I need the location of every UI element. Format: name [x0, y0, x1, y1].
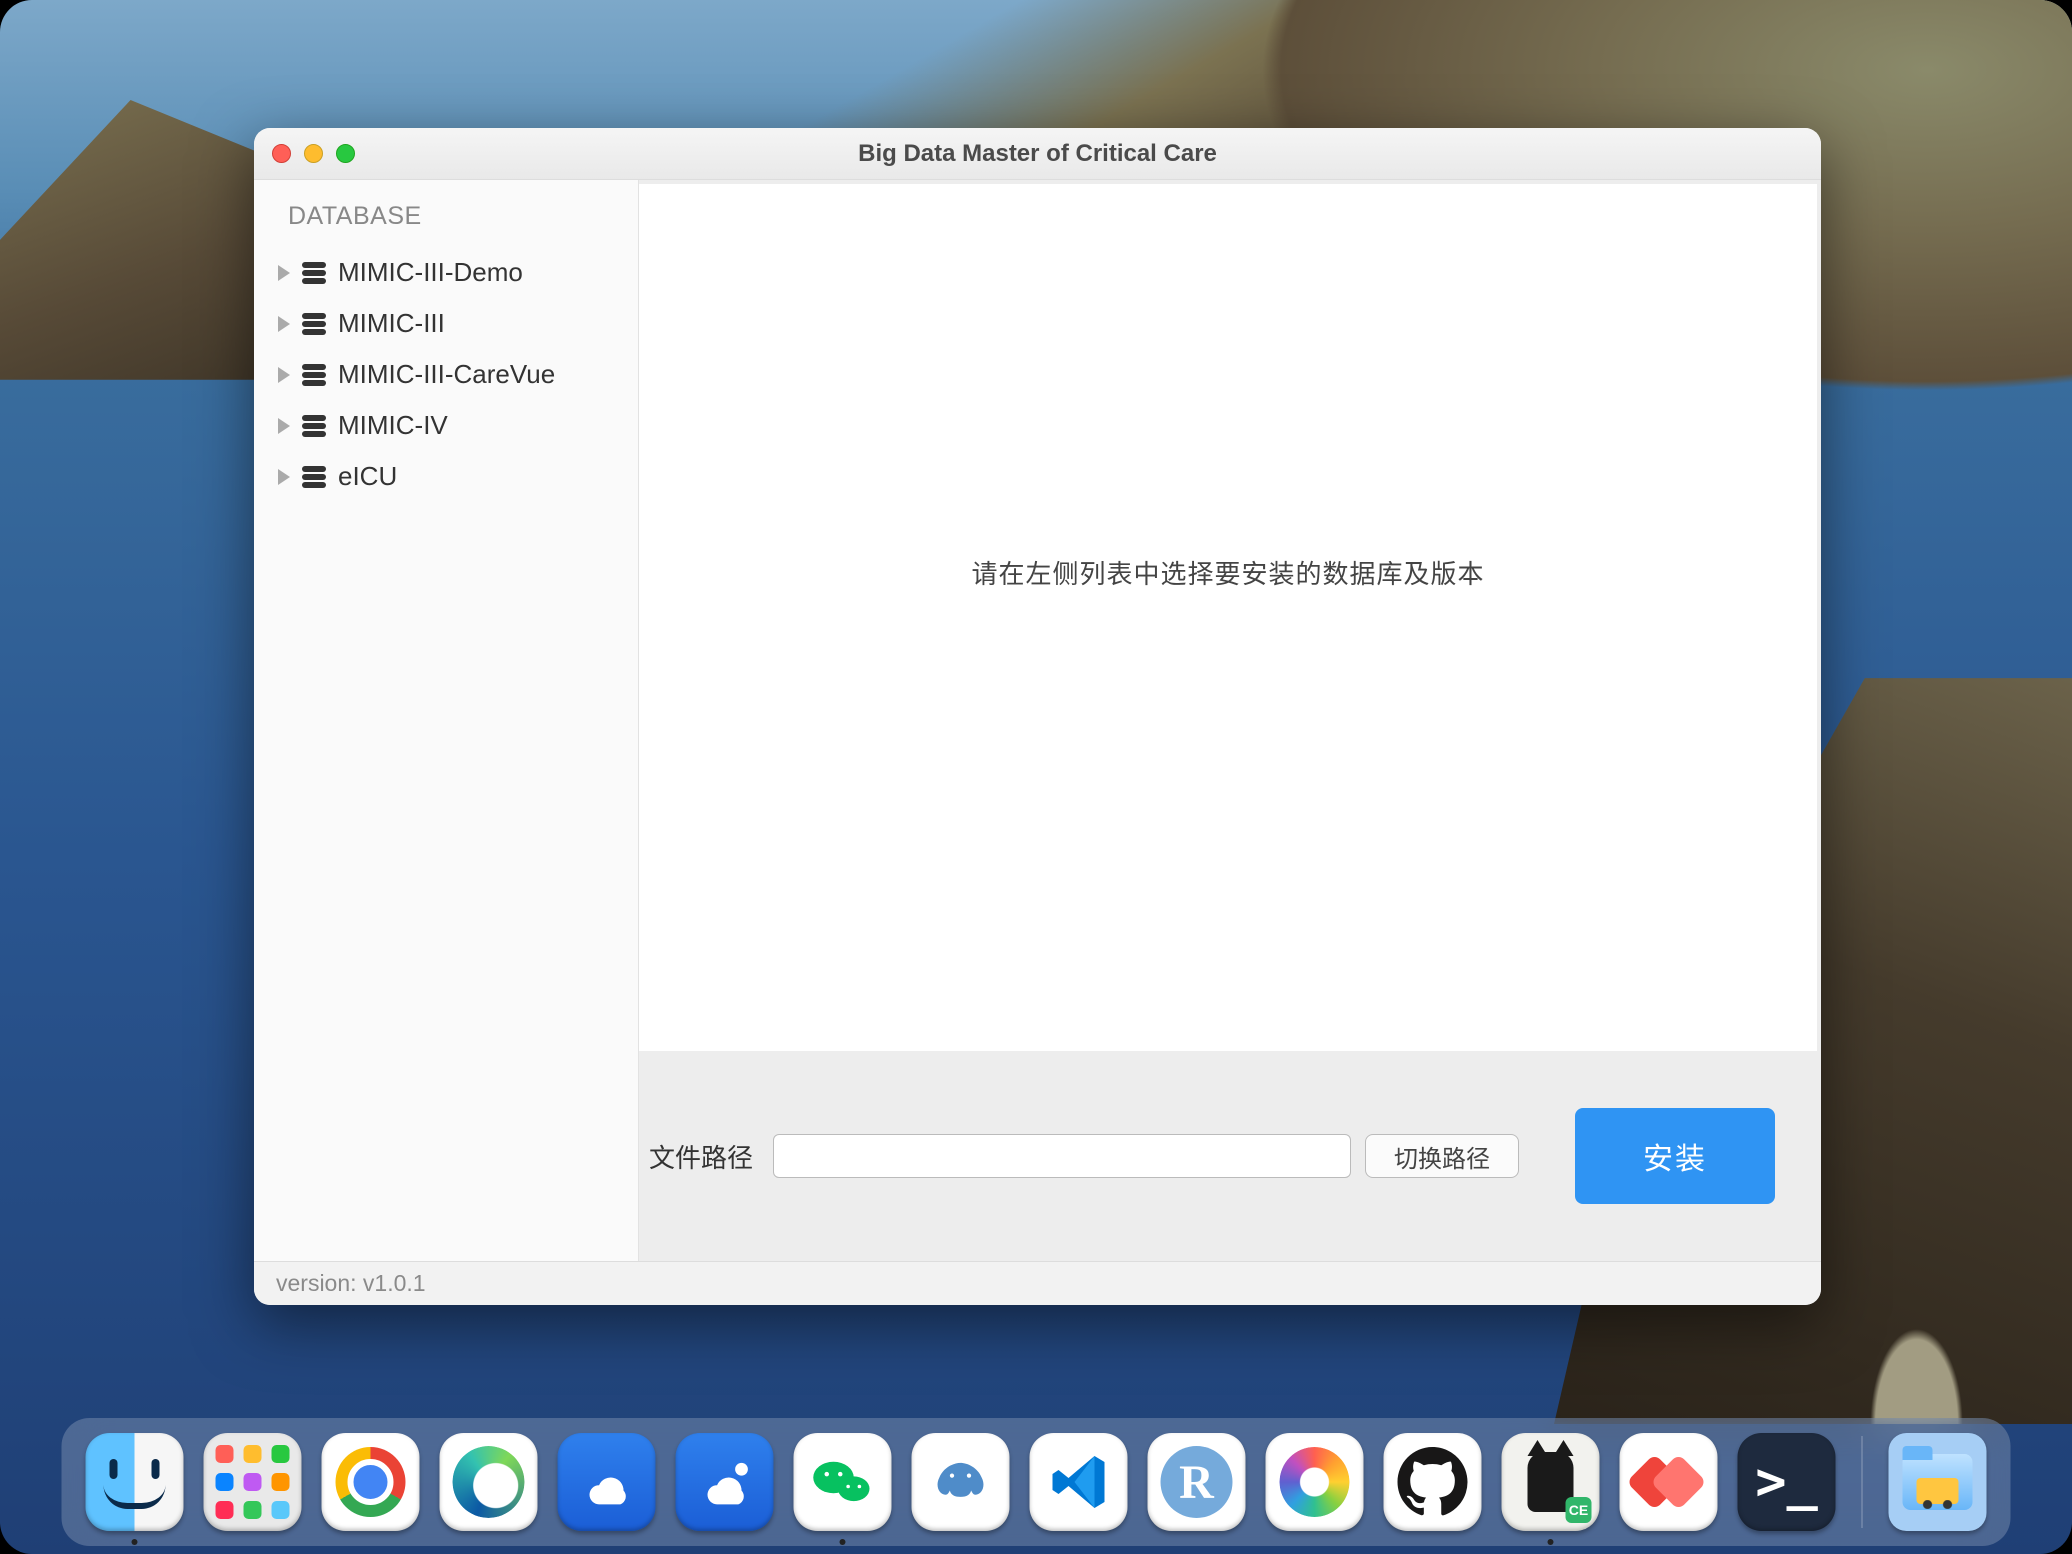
github-icon	[1398, 1447, 1468, 1517]
window-controls	[272, 144, 355, 163]
vscode-icon	[1047, 1450, 1111, 1514]
app-window: Big Data Master of Critical Care DATABAS…	[254, 128, 1821, 1305]
database-icon	[302, 466, 326, 488]
dock-item-wechat[interactable]	[794, 1433, 892, 1531]
sidebar-item-eicu[interactable]: eICU	[254, 451, 638, 502]
sidebar-item-label: MIMIC-III-CareVue	[338, 359, 555, 390]
content-panel: 请在左侧列表中选择要安装的数据库及版本	[639, 184, 1817, 1051]
chrome-icon	[336, 1447, 406, 1517]
dock-item-downloads-folder[interactable]	[1889, 1433, 1987, 1531]
dock-item-terminal[interactable]: >_	[1738, 1433, 1836, 1531]
statusbar: version: v1.0.1	[254, 1261, 1821, 1305]
chevron-right-icon	[278, 265, 290, 281]
database-icon	[302, 262, 326, 284]
dock-item-launchpad[interactable]	[204, 1433, 302, 1531]
edge-icon	[453, 1446, 525, 1518]
elephant-icon	[927, 1448, 995, 1516]
database-sidebar: DATABASE MIMIC-III-Demo MIMIC-III MIMIC-…	[254, 180, 639, 1261]
chevron-right-icon	[278, 469, 290, 485]
dock-item-cloud-app-2[interactable]	[676, 1433, 774, 1531]
r-icon: R	[1161, 1446, 1233, 1518]
dock-item-photos[interactable]	[1266, 1433, 1364, 1531]
launchpad-icon	[216, 1445, 290, 1519]
minimize-button[interactable]	[304, 144, 323, 163]
sidebar-item-label: MIMIC-III	[338, 308, 445, 339]
photos-icon	[1280, 1447, 1350, 1517]
dock: R CE >_	[62, 1418, 2011, 1546]
install-button[interactable]: 安装	[1575, 1108, 1775, 1204]
database-icon	[302, 415, 326, 437]
window-title: Big Data Master of Critical Care	[254, 140, 1821, 168]
path-input[interactable]	[773, 1134, 1351, 1178]
database-icon	[302, 364, 326, 386]
sidebar-item-label: MIMIC-IV	[338, 410, 448, 441]
window-titlebar[interactable]: Big Data Master of Critical Care	[254, 128, 1821, 180]
sidebar-item-label: eICU	[338, 461, 397, 492]
desktop-background: Big Data Master of Critical Care DATABAS…	[0, 0, 2072, 1554]
dock-item-cloud-app-1[interactable]	[558, 1433, 656, 1531]
terminal-icon: >_	[1755, 1452, 1818, 1512]
empty-state-hint: 请在左侧列表中选择要安装的数据库及版本	[971, 554, 1484, 591]
version-label: version: v1.0.1	[276, 1270, 426, 1297]
main-area: 请在左侧列表中选择要安装的数据库及版本 文件路径 切换路径 安装	[639, 180, 1821, 1261]
finder-icon	[86, 1433, 184, 1531]
sidebar-item-mimic-iii[interactable]: MIMIC-III	[254, 298, 638, 349]
sidebar-header: DATABASE	[254, 192, 638, 247]
database-icon	[302, 313, 326, 335]
folder-icon	[1903, 1454, 1973, 1510]
install-row: 文件路径 切换路径 安装	[639, 1051, 1821, 1261]
fullscreen-button[interactable]	[336, 144, 355, 163]
dock-item-vscode[interactable]	[1030, 1433, 1128, 1531]
sidebar-item-label: MIMIC-III-Demo	[338, 257, 523, 288]
path-label: 文件路径	[649, 1138, 753, 1175]
dock-item-anydesk[interactable]	[1620, 1433, 1718, 1531]
anydesk-icon	[1637, 1450, 1701, 1514]
cloud-sync-icon	[691, 1448, 759, 1516]
dock-item-chrome[interactable]	[322, 1433, 420, 1531]
truck-icon	[1917, 1478, 1959, 1504]
window-body: DATABASE MIMIC-III-Demo MIMIC-III MIMIC-…	[254, 180, 1821, 1261]
close-button[interactable]	[272, 144, 291, 163]
dock-item-finder[interactable]	[86, 1433, 184, 1531]
dock-item-rstudio[interactable]: R	[1148, 1433, 1246, 1531]
sidebar-item-mimic-iv[interactable]: MIMIC-IV	[254, 400, 638, 451]
sidebar-item-mimic-iii-carevue[interactable]: MIMIC-III-CareVue	[254, 349, 638, 400]
dock-item-code-editor[interactable]: CE	[1502, 1433, 1600, 1531]
dock-item-postgres[interactable]	[912, 1433, 1010, 1531]
sidebar-item-mimic-iii-demo[interactable]: MIMIC-III-Demo	[254, 247, 638, 298]
dock-separator	[1862, 1436, 1863, 1528]
chevron-right-icon	[278, 316, 290, 332]
change-path-button[interactable]: 切换路径	[1365, 1134, 1519, 1178]
chevron-right-icon	[278, 418, 290, 434]
dock-item-github[interactable]	[1384, 1433, 1482, 1531]
wechat-icon	[807, 1446, 879, 1518]
cloud-icon	[573, 1448, 641, 1516]
dock-item-edge[interactable]	[440, 1433, 538, 1531]
ce-badge: CE	[1566, 1497, 1592, 1523]
chevron-right-icon	[278, 367, 290, 383]
